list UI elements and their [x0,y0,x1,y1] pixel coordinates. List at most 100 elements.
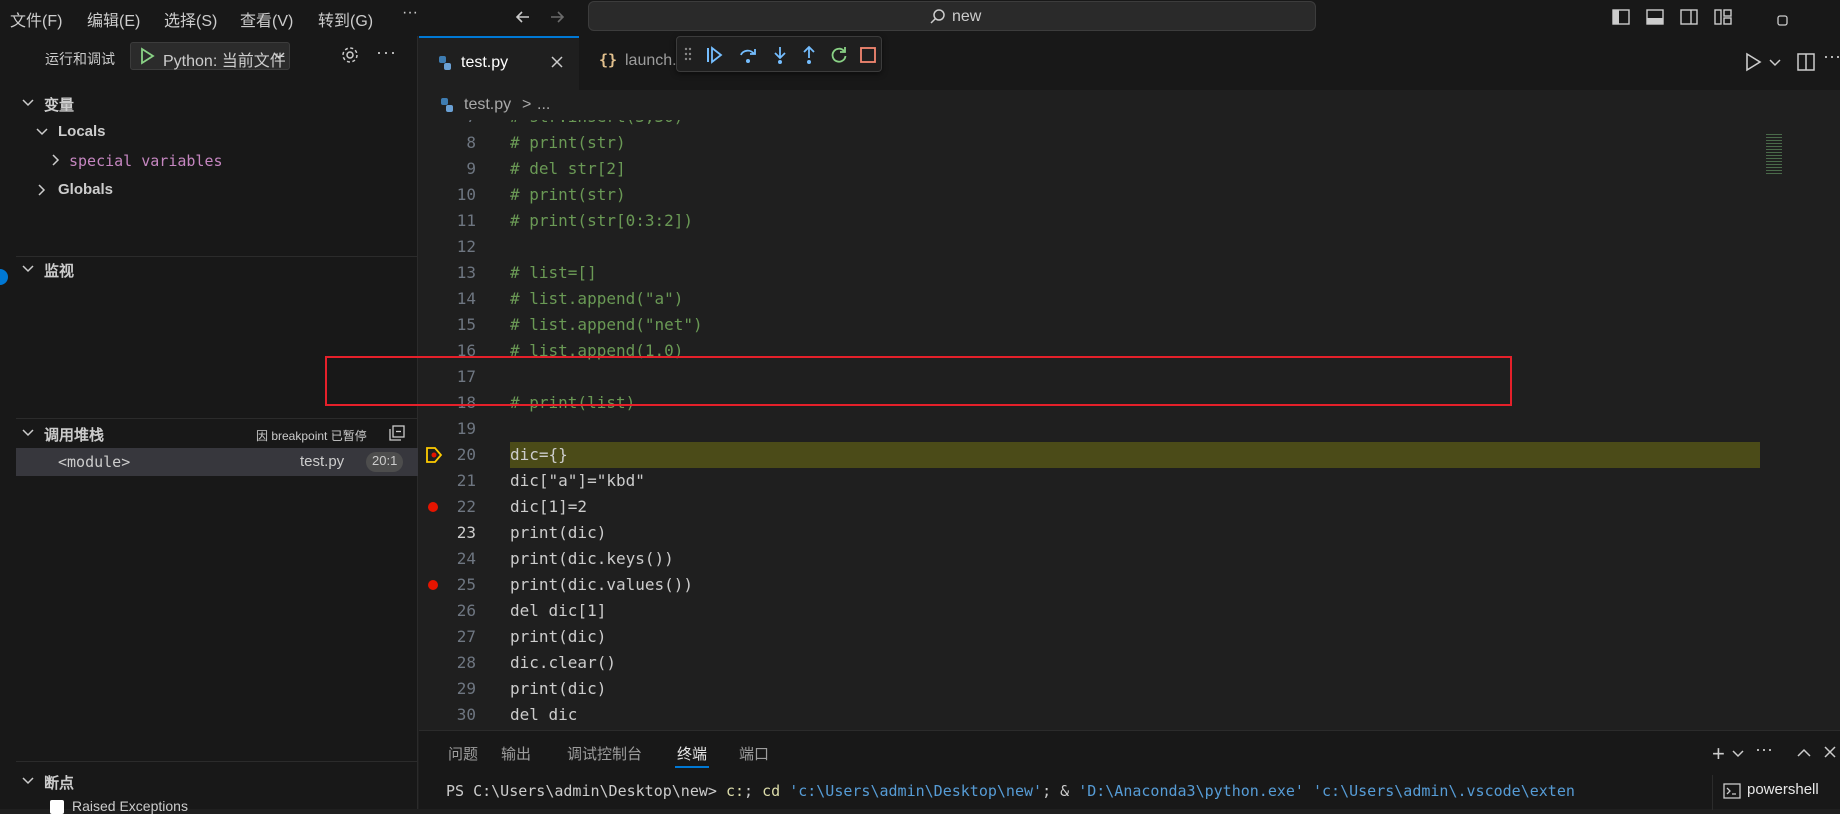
globals-scope[interactable]: Globals [58,181,113,198]
forward-arrow-icon[interactable] [547,7,567,27]
code-line[interactable]: 9 # del str[2] [419,156,1779,182]
chevron-down-icon[interactable] [1732,749,1744,759]
code-line[interactable]: 19 [419,416,1779,442]
section-divider [16,418,418,419]
terminal-list[interactable]: powershell [1712,775,1840,810]
code-line[interactable]: 23 print(dic) [419,520,1779,546]
active-tab-indicator [675,766,709,768]
start-debugging-icon[interactable] [139,47,155,65]
code-line[interactable]: 10 # print(str) [419,182,1779,208]
more-actions-icon[interactable]: ··· [1823,46,1840,67]
step-over-icon[interactable] [738,45,758,65]
command-center-search[interactable]: new [588,1,1316,31]
debug-config-select[interactable]: Python: 当前文件 [130,42,290,70]
code-line[interactable]: 25 print(dic.values()) [419,572,1779,598]
code-line[interactable]: 27 print(dic) [419,624,1779,650]
chevron-down-icon[interactable] [21,262,35,276]
chevron-down-icon[interactable] [21,96,35,110]
code-line[interactable]: 14 # list.append("a") [419,286,1779,312]
code-viewport[interactable]: 7 # str.insert(3,30) 8 # print(str) 9 # del s… [419,120,1840,766]
chevron-down-icon[interactable] [21,426,35,440]
callstack-section-title[interactable]: 调用堆栈 [44,424,104,445]
terminal-output[interactable]: PS C:\Users\admin\Desktop\new> c:; cd 'c… [446,782,1731,800]
breadcrumb-more[interactable]: ... [537,96,550,114]
step-into-icon[interactable] [770,45,790,65]
collapse-all-icon[interactable] [388,424,406,442]
chevron-down-icon[interactable] [35,125,49,139]
code-line[interactable]: 8 # print(str) [419,130,1779,156]
stop-icon[interactable] [859,46,877,64]
menu-edit[interactable]: 编辑(E) [87,7,140,31]
tab-output[interactable]: 输出 [501,743,531,764]
code-text: dic[1]=2 [510,497,588,516]
new-terminal-icon[interactable]: + [1712,741,1725,767]
menu-goto[interactable]: 转到(G) [318,7,373,31]
terminal-sep: ; & [1042,782,1070,800]
code-line[interactable]: 20 dic={} [419,442,1779,468]
maximize-panel-icon[interactable] [1797,747,1811,759]
code-line[interactable]: 28 dic.clear() [419,650,1779,676]
variables-section-title[interactable]: 变量 [44,94,74,115]
breadcrumb-file[interactable]: test.py [464,96,511,114]
minimap[interactable] [1762,120,1840,766]
search-text: new [952,8,982,25]
chevron-down-icon[interactable] [21,774,35,788]
code-line[interactable]: 11 # print(str[0:3:2]) [419,208,1779,234]
special-variables-item[interactable]: special variables [69,152,223,170]
python-file-icon [437,55,453,71]
menu-view[interactable]: 查看(V) [240,7,293,31]
editor-area: test.py {} launch.json ··· test.py > ...… [325,36,1840,750]
step-out-icon[interactable] [799,45,819,65]
menu-file[interactable]: 文件(F) [10,7,62,31]
back-arrow-icon[interactable] [513,7,533,27]
close-icon[interactable] [1823,745,1837,759]
code-line[interactable]: 13 # list=[] [419,260,1779,286]
menu-more[interactable]: ··· [402,4,418,22]
code-line[interactable]: 21 dic["a"]="kbd" [419,468,1779,494]
continue-icon[interactable] [704,45,724,65]
line-number: 13 [456,263,476,282]
callstack-frame[interactable]: <module> test.py 20:1 [16,448,418,476]
chevron-down-icon[interactable] [1769,58,1781,68]
line-number: 7 [419,120,476,130]
code-line[interactable]: 30 del dic [419,702,1779,728]
code-text: del dic [510,705,578,724]
menu-selection[interactable]: 选择(S) [164,7,217,31]
code-line[interactable]: 12 [419,234,1779,260]
chevron-right-icon[interactable] [49,153,63,167]
split-editor-icon[interactable] [1796,52,1816,72]
toggle-panel-icon[interactable] [1646,8,1664,26]
code-line[interactable]: 29 print(dic) [419,676,1779,702]
line-number: 21 [456,471,476,490]
breakpoint-checkbox[interactable] [50,800,64,814]
close-icon[interactable] [550,55,564,69]
code-line[interactable]: 22 dic[1]=2 [419,494,1779,520]
more-actions-icon[interactable]: ··· [1755,739,1773,760]
code-text: print(dic) [510,627,607,646]
tab-debug-console[interactable]: 调试控制台 [567,743,642,764]
toggle-secondary-sidebar-icon[interactable] [1680,8,1698,26]
code-line[interactable]: 24 print(dic.keys()) [419,546,1779,572]
code-line[interactable]: 15 # list.append("net") [419,312,1779,338]
minimize-icon[interactable] [1768,6,1838,30]
drag-handle-icon[interactable] [683,46,693,62]
terminal-prompt: PS C:\Users\admin\Desktop\new> [446,782,717,800]
restart-icon[interactable] [829,45,849,65]
more-actions-icon[interactable]: ··· [376,42,397,63]
customize-layout-icon[interactable] [1714,8,1732,26]
window-controls [1768,6,1838,30]
run-file-icon[interactable] [1744,52,1762,72]
toggle-sidebar-icon[interactable] [1612,8,1630,26]
tab-test-py[interactable]: test.py [419,36,579,90]
watch-section-title[interactable]: 监视 [44,260,74,281]
tab-ports[interactable]: 端口 [739,743,769,764]
tab-terminal[interactable]: 终端 [677,743,707,764]
breakpoints-section-title[interactable]: 断点 [44,772,74,793]
code-line[interactable]: 7 # str.insert(3,30) [419,120,1779,130]
code-line[interactable]: 26 del dic[1] [419,598,1779,624]
gear-icon[interactable] [340,45,360,65]
locals-scope[interactable]: Locals [58,123,106,140]
tab-problems[interactable]: 问题 [448,743,478,764]
line-number: 14 [456,289,476,308]
chevron-right-icon[interactable] [35,183,49,197]
